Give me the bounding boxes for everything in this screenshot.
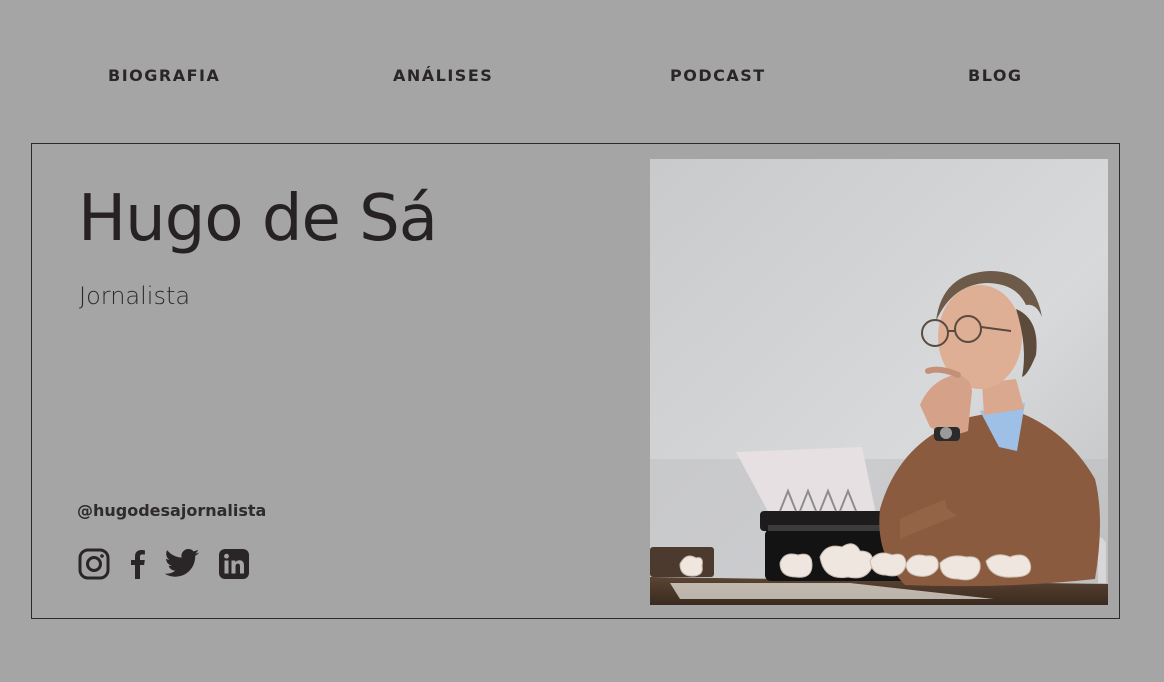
social-handle[interactable]: @hugodesajornalista (77, 501, 266, 520)
twitter-icon[interactable] (164, 549, 200, 579)
nav-link-blog[interactable]: BLOG (968, 66, 1023, 85)
instagram-icon[interactable] (78, 548, 110, 580)
profile-card: Hugo de Sá Jornalista @hugodesajornalist… (31, 143, 1120, 619)
profile-name: Hugo de Sá (78, 182, 438, 256)
nav-link-analises[interactable]: ANÁLISES (393, 66, 493, 85)
nav-link-biografia[interactable]: BIOGRAFIA (108, 66, 220, 85)
social-links (78, 547, 250, 581)
main-nav: BIOGRAFIA ANÁLISES PODCAST BLOG (0, 0, 1164, 145)
linkedin-icon[interactable] (218, 548, 250, 580)
profile-photo (650, 159, 1108, 605)
nav-link-podcast[interactable]: PODCAST (670, 66, 766, 85)
profile-role: Jornalista (79, 282, 191, 310)
facebook-icon[interactable] (129, 548, 149, 580)
